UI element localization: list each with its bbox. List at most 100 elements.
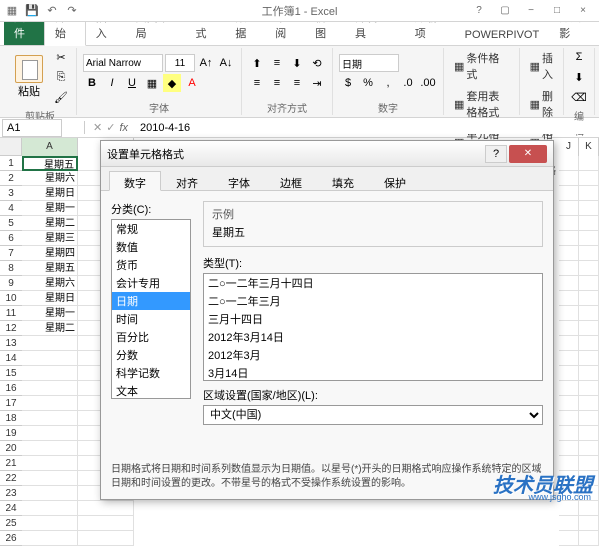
- type-item[interactable]: 二○一二年三月: [204, 292, 542, 310]
- cell[interactable]: [559, 201, 579, 216]
- paste-button[interactable]: 粘贴: [10, 55, 48, 99]
- cell[interactable]: [22, 411, 78, 426]
- dialog-tab-protection[interactable]: 保护: [369, 171, 421, 190]
- font-name-select[interactable]: [83, 54, 163, 72]
- cell[interactable]: [559, 501, 579, 516]
- cell[interactable]: 星期日: [22, 291, 78, 306]
- cell[interactable]: [559, 441, 579, 456]
- row-header[interactable]: 13: [0, 336, 22, 351]
- cell[interactable]: [579, 321, 599, 336]
- cell[interactable]: 星期日: [22, 186, 78, 201]
- cell[interactable]: [559, 396, 579, 411]
- cell[interactable]: 星期五: [22, 261, 78, 276]
- insert-cells-button[interactable]: ▦插入: [526, 48, 557, 84]
- cell[interactable]: [579, 231, 599, 246]
- cell[interactable]: [559, 336, 579, 351]
- cell[interactable]: [579, 171, 599, 186]
- col-header-k[interactable]: K: [579, 138, 599, 156]
- row-header[interactable]: 17: [0, 396, 22, 411]
- cell[interactable]: [559, 231, 579, 246]
- dialog-tab-font[interactable]: 字体: [213, 171, 265, 190]
- cell[interactable]: 星期四: [22, 246, 78, 261]
- fx-icon[interactable]: fx: [119, 122, 128, 134]
- dialog-close-button[interactable]: ✕: [509, 145, 547, 163]
- cell[interactable]: [559, 426, 579, 441]
- cell[interactable]: [579, 216, 599, 231]
- cell[interactable]: [22, 396, 78, 411]
- close-icon[interactable]: ×: [571, 2, 595, 18]
- cell[interactable]: 星期二: [22, 216, 78, 231]
- cell[interactable]: 星期一: [22, 201, 78, 216]
- cell[interactable]: [559, 186, 579, 201]
- align-top-icon[interactable]: ⬆: [248, 54, 266, 72]
- tab-powerpivot[interactable]: POWERPIVOT: [455, 25, 550, 45]
- format-painter-icon[interactable]: 🖌: [52, 88, 70, 106]
- cell[interactable]: 星期三: [22, 231, 78, 246]
- select-all-corner[interactable]: [0, 138, 22, 156]
- type-item[interactable]: 三月十四日: [204, 310, 542, 328]
- cell[interactable]: [22, 516, 78, 531]
- row-header[interactable]: 23: [0, 486, 22, 501]
- row-header[interactable]: 1: [0, 156, 22, 171]
- clear-icon[interactable]: ⌫: [570, 88, 588, 106]
- row-header[interactable]: 6: [0, 231, 22, 246]
- dialog-tab-fill[interactable]: 填充: [317, 171, 369, 190]
- cell[interactable]: [579, 501, 599, 516]
- decrease-font-icon[interactable]: A↓: [217, 54, 235, 72]
- cell[interactable]: 星期一: [22, 306, 78, 321]
- col-header-j[interactable]: J: [559, 138, 579, 156]
- cell[interactable]: [78, 516, 134, 531]
- currency-icon[interactable]: $: [339, 74, 357, 92]
- dialog-tab-number[interactable]: 数字: [109, 171, 161, 191]
- type-list[interactable]: 二○一二年三月十四日二○一二年三月三月十四日2012年3月14日2012年3月3…: [203, 273, 543, 381]
- cell[interactable]: [579, 306, 599, 321]
- font-color-button[interactable]: A: [183, 74, 201, 92]
- cell[interactable]: [559, 171, 579, 186]
- category-item[interactable]: 科学记数: [112, 364, 190, 382]
- category-item[interactable]: 数值: [112, 238, 190, 256]
- category-item[interactable]: 货币: [112, 256, 190, 274]
- formula-input[interactable]: [136, 122, 599, 134]
- indent-icon[interactable]: ⇥: [308, 74, 326, 92]
- cell[interactable]: [78, 501, 134, 516]
- category-item[interactable]: 日期: [112, 292, 190, 310]
- category-item[interactable]: 会计专用: [112, 274, 190, 292]
- cell[interactable]: [22, 471, 78, 486]
- cell[interactable]: [559, 411, 579, 426]
- dialog-help-button[interactable]: ?: [485, 145, 507, 163]
- cell[interactable]: [78, 531, 134, 546]
- align-center-icon[interactable]: ≡: [268, 74, 286, 92]
- row-header[interactable]: 25: [0, 516, 22, 531]
- cell[interactable]: [22, 336, 78, 351]
- cell[interactable]: [22, 456, 78, 471]
- align-bottom-icon[interactable]: ⬇: [288, 54, 306, 72]
- cell[interactable]: [22, 441, 78, 456]
- cell[interactable]: [22, 486, 78, 501]
- row-header[interactable]: 16: [0, 381, 22, 396]
- row-header[interactable]: 2: [0, 171, 22, 186]
- row-header[interactable]: 22: [0, 471, 22, 486]
- cell[interactable]: 星期六: [22, 171, 78, 186]
- row-header[interactable]: 15: [0, 366, 22, 381]
- cell[interactable]: [22, 501, 78, 516]
- cell[interactable]: [579, 261, 599, 276]
- font-size-select[interactable]: [165, 54, 195, 72]
- cell[interactable]: [579, 381, 599, 396]
- cell[interactable]: [559, 246, 579, 261]
- cut-icon[interactable]: ✂: [52, 48, 70, 66]
- redo-icon[interactable]: ↷: [64, 2, 80, 18]
- align-middle-icon[interactable]: ≡: [268, 54, 286, 72]
- cell[interactable]: 星期二: [22, 321, 78, 336]
- fill-icon[interactable]: ⬇: [570, 68, 588, 86]
- type-item[interactable]: 2012年3月14日: [204, 328, 542, 346]
- cell[interactable]: [559, 366, 579, 381]
- percent-icon[interactable]: %: [359, 74, 377, 92]
- save-icon[interactable]: 💾: [24, 2, 40, 18]
- dialog-tab-border[interactable]: 边框: [265, 171, 317, 190]
- cell[interactable]: [579, 441, 599, 456]
- align-right-icon[interactable]: ≡: [288, 74, 306, 92]
- cell[interactable]: [22, 381, 78, 396]
- cell[interactable]: [559, 276, 579, 291]
- cell[interactable]: [22, 531, 78, 546]
- col-header-a[interactable]: A: [22, 138, 78, 156]
